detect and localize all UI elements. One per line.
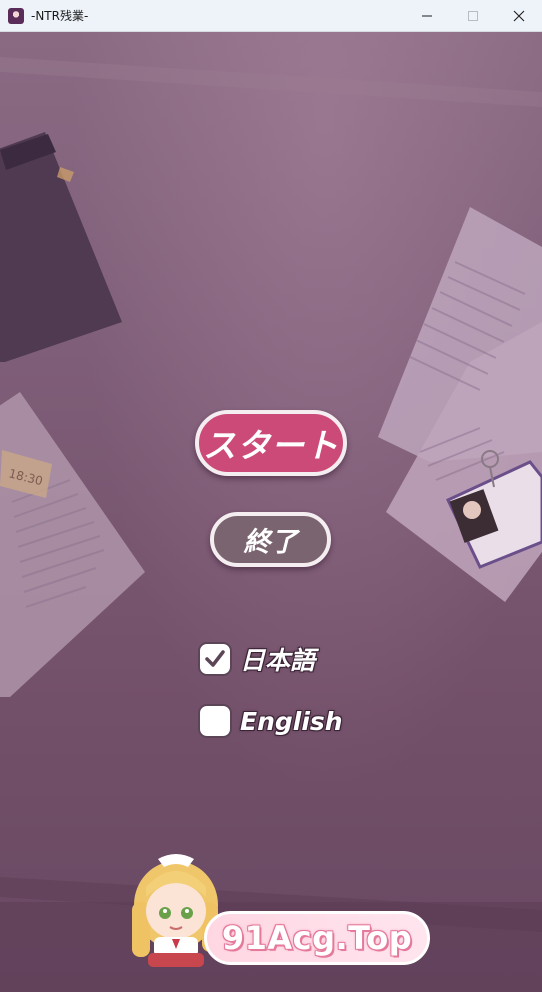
english-label: English [240, 706, 343, 736]
maximize-button[interactable] [450, 0, 496, 31]
app-icon [8, 7, 24, 24]
check-icon [205, 650, 225, 667]
maximize-icon [468, 10, 478, 21]
window-controls [404, 0, 542, 31]
watermark-text: 91Acg.Top [221, 919, 413, 957]
window-title: -NTR残業- [31, 9, 89, 23]
game-window: -NTR残業- 18:30 スタート 終了 日本語 English 91Acg.… [0, 0, 542, 992]
watermark-badge: 91Acg.Top [204, 911, 430, 965]
japanese-checkbox[interactable] [198, 642, 232, 676]
title-bar: -NTR残業- [0, 0, 542, 32]
language-option-english[interactable]: English [198, 704, 343, 738]
start-button[interactable]: スタート [195, 410, 347, 476]
language-option-japanese[interactable]: 日本語 [198, 641, 315, 677]
minimize-button[interactable] [404, 0, 450, 31]
close-button[interactable] [496, 0, 542, 31]
english-checkbox[interactable] [198, 704, 232, 738]
japanese-label: 日本語 [240, 646, 316, 675]
watermark: 91Acg.Top [118, 847, 433, 972]
minimize-icon [422, 15, 432, 16]
close-icon [513, 10, 525, 21]
title-screen: 18:30 スタート 終了 日本語 English 91Acg.Top [0, 32, 542, 992]
quit-button[interactable]: 終了 [210, 512, 331, 567]
